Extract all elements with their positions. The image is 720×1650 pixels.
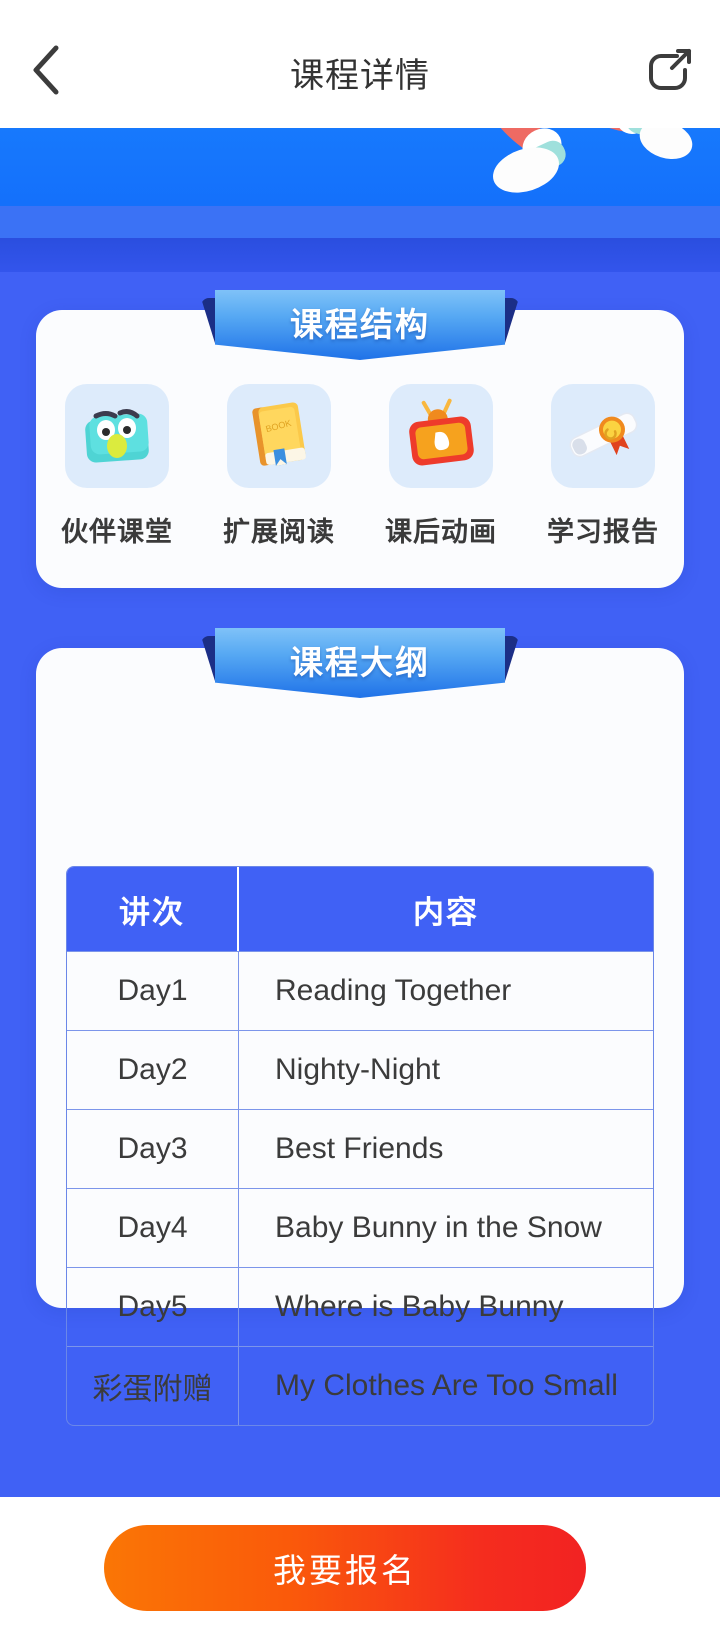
structure-item-label: 课后动画 (385, 517, 497, 547)
table-cell-content: Nighty-Night (275, 1053, 441, 1086)
hero-band-dark (0, 238, 720, 272)
table-cell-content: My Clothes Are Too Small (275, 1369, 618, 1402)
structure-item-learning-report[interactable]: 学习报告 (533, 384, 673, 549)
table-row: Day3 Best Friends (67, 1109, 653, 1188)
table-row: Day1 Reading Together (67, 951, 653, 1030)
table-cell-lesson: Day5 (67, 1268, 239, 1346)
structure-item-animation[interactable]: 课后动画 (371, 384, 511, 549)
tv-play-icon (400, 393, 482, 480)
structure-item-label: 扩展阅读 (223, 517, 335, 547)
table-cell-content: Best Friends (275, 1132, 444, 1165)
monster-tablet-icon (76, 393, 158, 480)
table-cell-content: Reading Together (275, 974, 512, 1007)
table-header-lesson: 讲次 (67, 867, 239, 951)
table-row: 彩蛋附赠 My Clothes Are Too Small (67, 1346, 653, 1425)
ribbon-title: 课程大纲 (290, 644, 430, 681)
course-outline-card: 讲次 内容 Day1 Reading Together Day2 Nighty-… (36, 648, 684, 1426)
table-cell-lesson: Day1 (67, 952, 239, 1030)
table-cell-lesson: 彩蛋附赠 (67, 1347, 239, 1425)
course-outline-ribbon: 课程大纲 (201, 628, 519, 698)
page-body: 伙伴课堂 BOOK 扩展阅读 课后动画 学习报告 课程结构 讲次 内容 Day1… (0, 128, 720, 1497)
ribbon-title: 课程结构 (290, 306, 430, 343)
share-icon (646, 46, 694, 99)
course-structure-ribbon: 课程结构 (201, 290, 519, 360)
ribbon-body: 课程结构 (215, 290, 505, 360)
structure-item-extended-reading[interactable]: BOOK 扩展阅读 (209, 384, 349, 549)
share-button[interactable] (642, 44, 698, 100)
running-legs-illustration (430, 128, 720, 218)
structure-icon-tile (389, 384, 493, 488)
enroll-button-label: 我要报名 (273, 1552, 417, 1589)
ribbon-body: 课程大纲 (215, 628, 505, 698)
structure-item-label: 学习报告 (547, 517, 659, 547)
structure-item-partner-class[interactable]: 伙伴课堂 (47, 384, 187, 549)
enroll-button[interactable]: 我要报名 (104, 1525, 586, 1611)
table-row: Day2 Nighty-Night (67, 1030, 653, 1109)
cta-bar: 我要报名 (0, 1497, 720, 1650)
table-row: Day4 Baby Bunny in the Snow (67, 1188, 653, 1267)
navigation-bar: 课程详情 (0, 0, 720, 128)
book-icon: BOOK (238, 393, 320, 480)
table-cell-lesson: Day4 (67, 1189, 239, 1267)
table-cell-lesson: Day2 (67, 1031, 239, 1109)
structure-icon-tile: BOOK (227, 384, 331, 488)
structure-icon-tile (551, 384, 655, 488)
structure-icon-tile (65, 384, 169, 488)
table-cell-lesson: Day3 (67, 1110, 239, 1188)
course-outline-table: 讲次 内容 Day1 Reading Together Day2 Nighty-… (66, 866, 654, 1426)
page-title: 课程详情 (290, 57, 430, 95)
table-header-row: 讲次 内容 (67, 867, 653, 951)
table-row: Day5 Where is Baby Bunny (67, 1267, 653, 1346)
table-cell-content: Baby Bunny in the Snow (275, 1211, 602, 1244)
course-structure-item-list: 伙伴课堂 BOOK 扩展阅读 课后动画 学习报告 (36, 384, 684, 549)
table-header-content: 内容 (413, 894, 479, 930)
course-detail-page: 课程详情 伙伴课堂 BOOK 扩展阅读 课后动画 学习报告 课程结构 讲次 内容… (0, 0, 720, 1650)
diploma-medal-icon (562, 393, 644, 480)
structure-item-label: 伙伴课堂 (61, 517, 173, 547)
table-cell-content: Where is Baby Bunny (275, 1290, 564, 1323)
